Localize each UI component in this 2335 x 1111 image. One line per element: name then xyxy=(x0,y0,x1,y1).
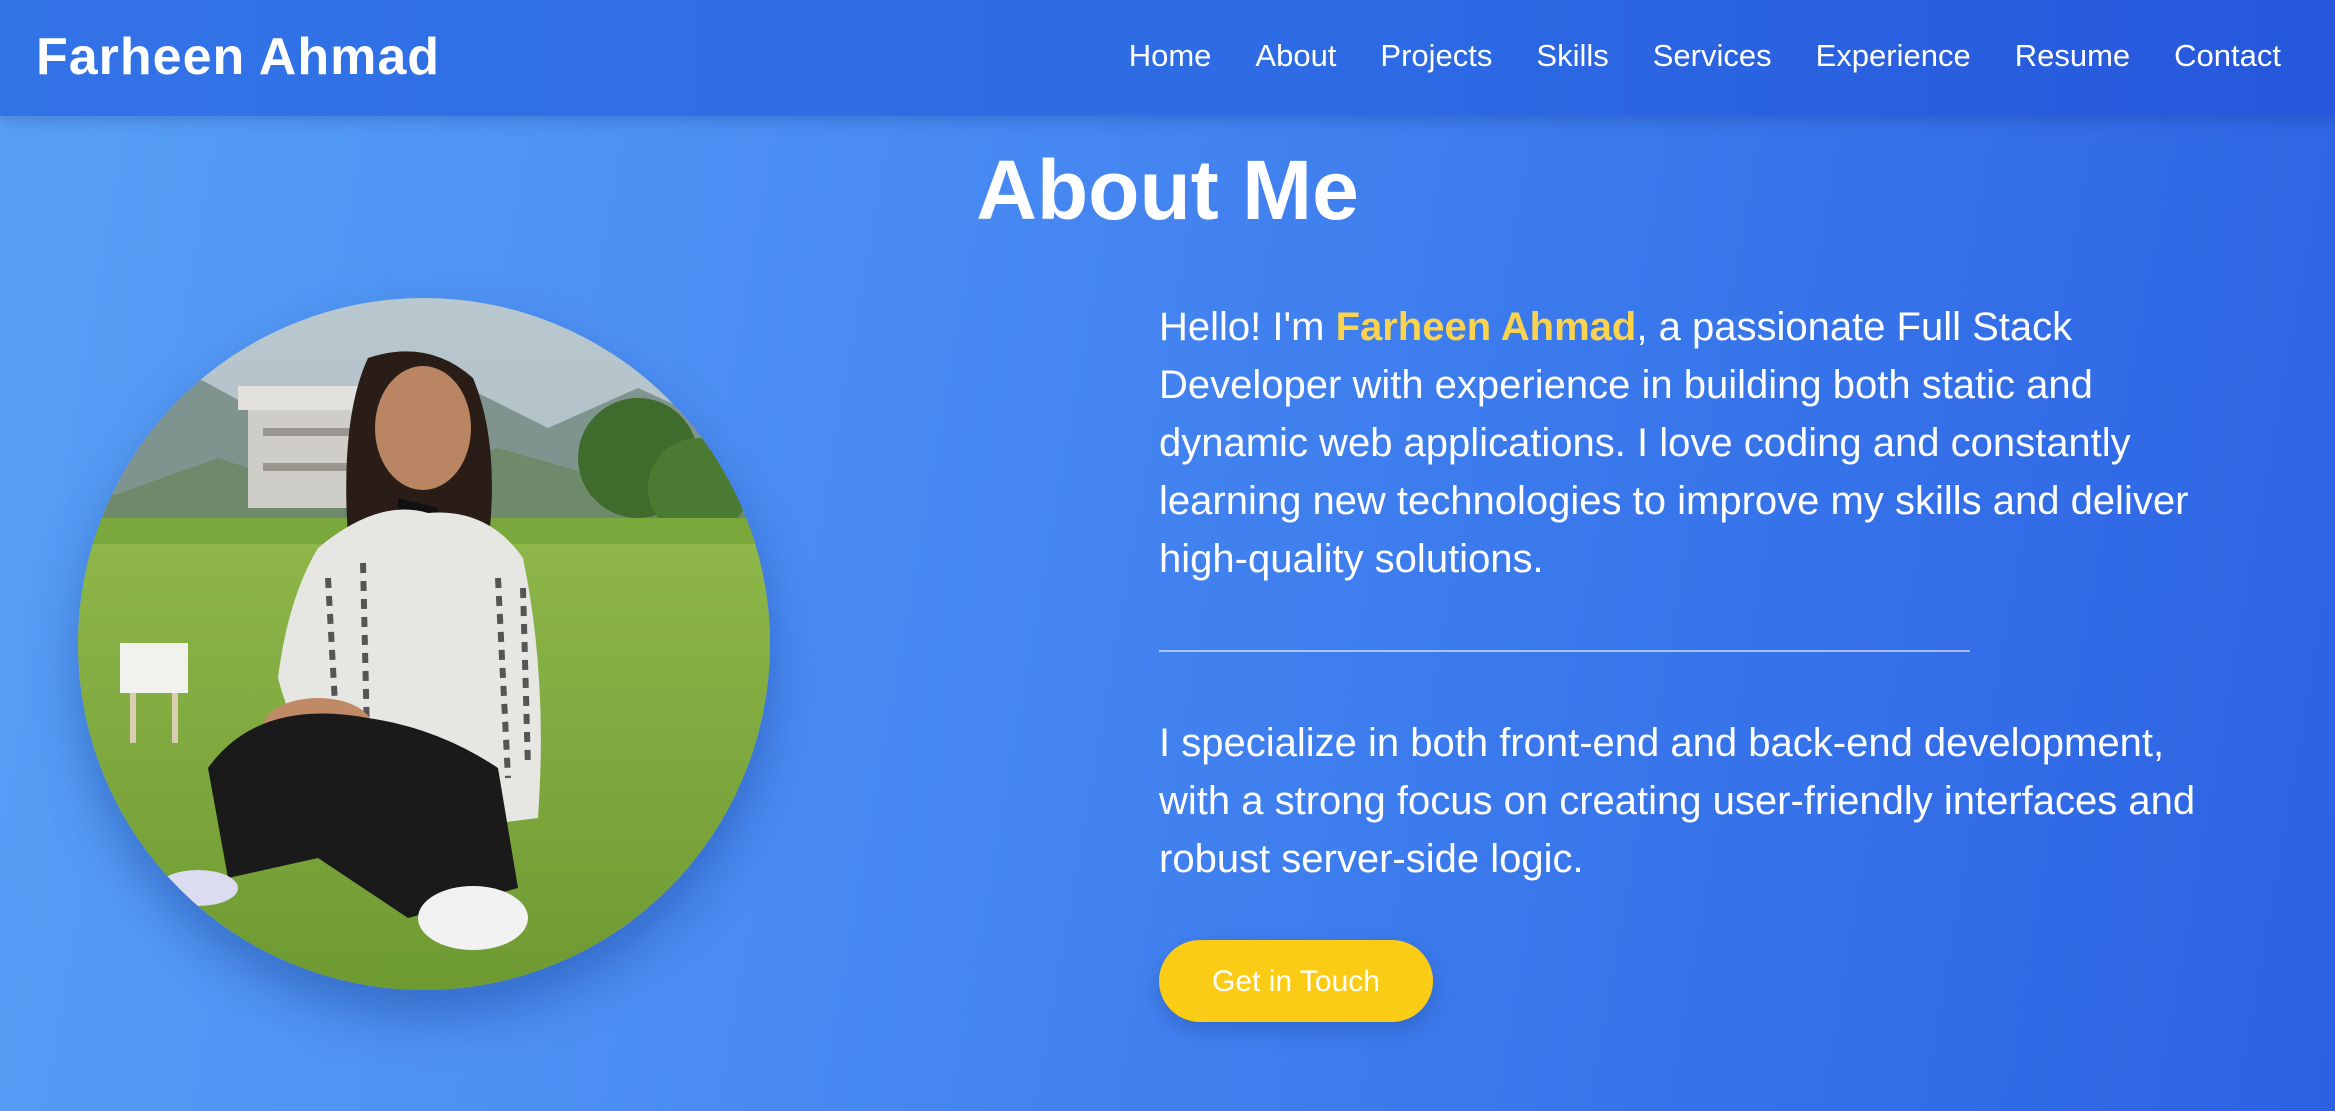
intro-prefix: Hello! I'm xyxy=(1159,305,1336,349)
section-divider xyxy=(1159,650,1970,652)
nav-link-contact[interactable]: Contact xyxy=(2174,36,2281,76)
nav-link-experience[interactable]: Experience xyxy=(1816,36,1971,76)
intro-paragraph: Hello! I'm Farheen Ahmad, a passionate F… xyxy=(1159,298,2239,588)
highlighted-name: Farheen Ahmad xyxy=(1335,305,1637,349)
nav-link-skills[interactable]: Skills xyxy=(1536,36,1608,76)
nav-link-home[interactable]: Home xyxy=(1129,36,1212,76)
specialty-paragraph: I specialize in both front-end and back-… xyxy=(1159,721,2196,881)
about-section-title: About Me xyxy=(976,143,1359,237)
nav-link-about[interactable]: About xyxy=(1255,36,1336,76)
nav-link-projects[interactable]: Projects xyxy=(1380,36,1492,76)
profile-photo xyxy=(78,298,770,990)
top-navbar: Farheen Ahmad Home About Projects Skills… xyxy=(0,0,2335,116)
nav-link-services[interactable]: Services xyxy=(1653,36,1772,76)
brand-logo-text[interactable]: Farheen Ahmad xyxy=(36,27,440,87)
about-content: Hello! I'm Farheen Ahmad, a passionate F… xyxy=(1159,298,2239,1022)
nav-link-resume[interactable]: Resume xyxy=(2015,36,2130,76)
nav-menu: Home About Projects Skills Services Expe… xyxy=(1129,36,2281,76)
get-in-touch-button[interactable]: Get in Touch xyxy=(1159,940,1433,1022)
